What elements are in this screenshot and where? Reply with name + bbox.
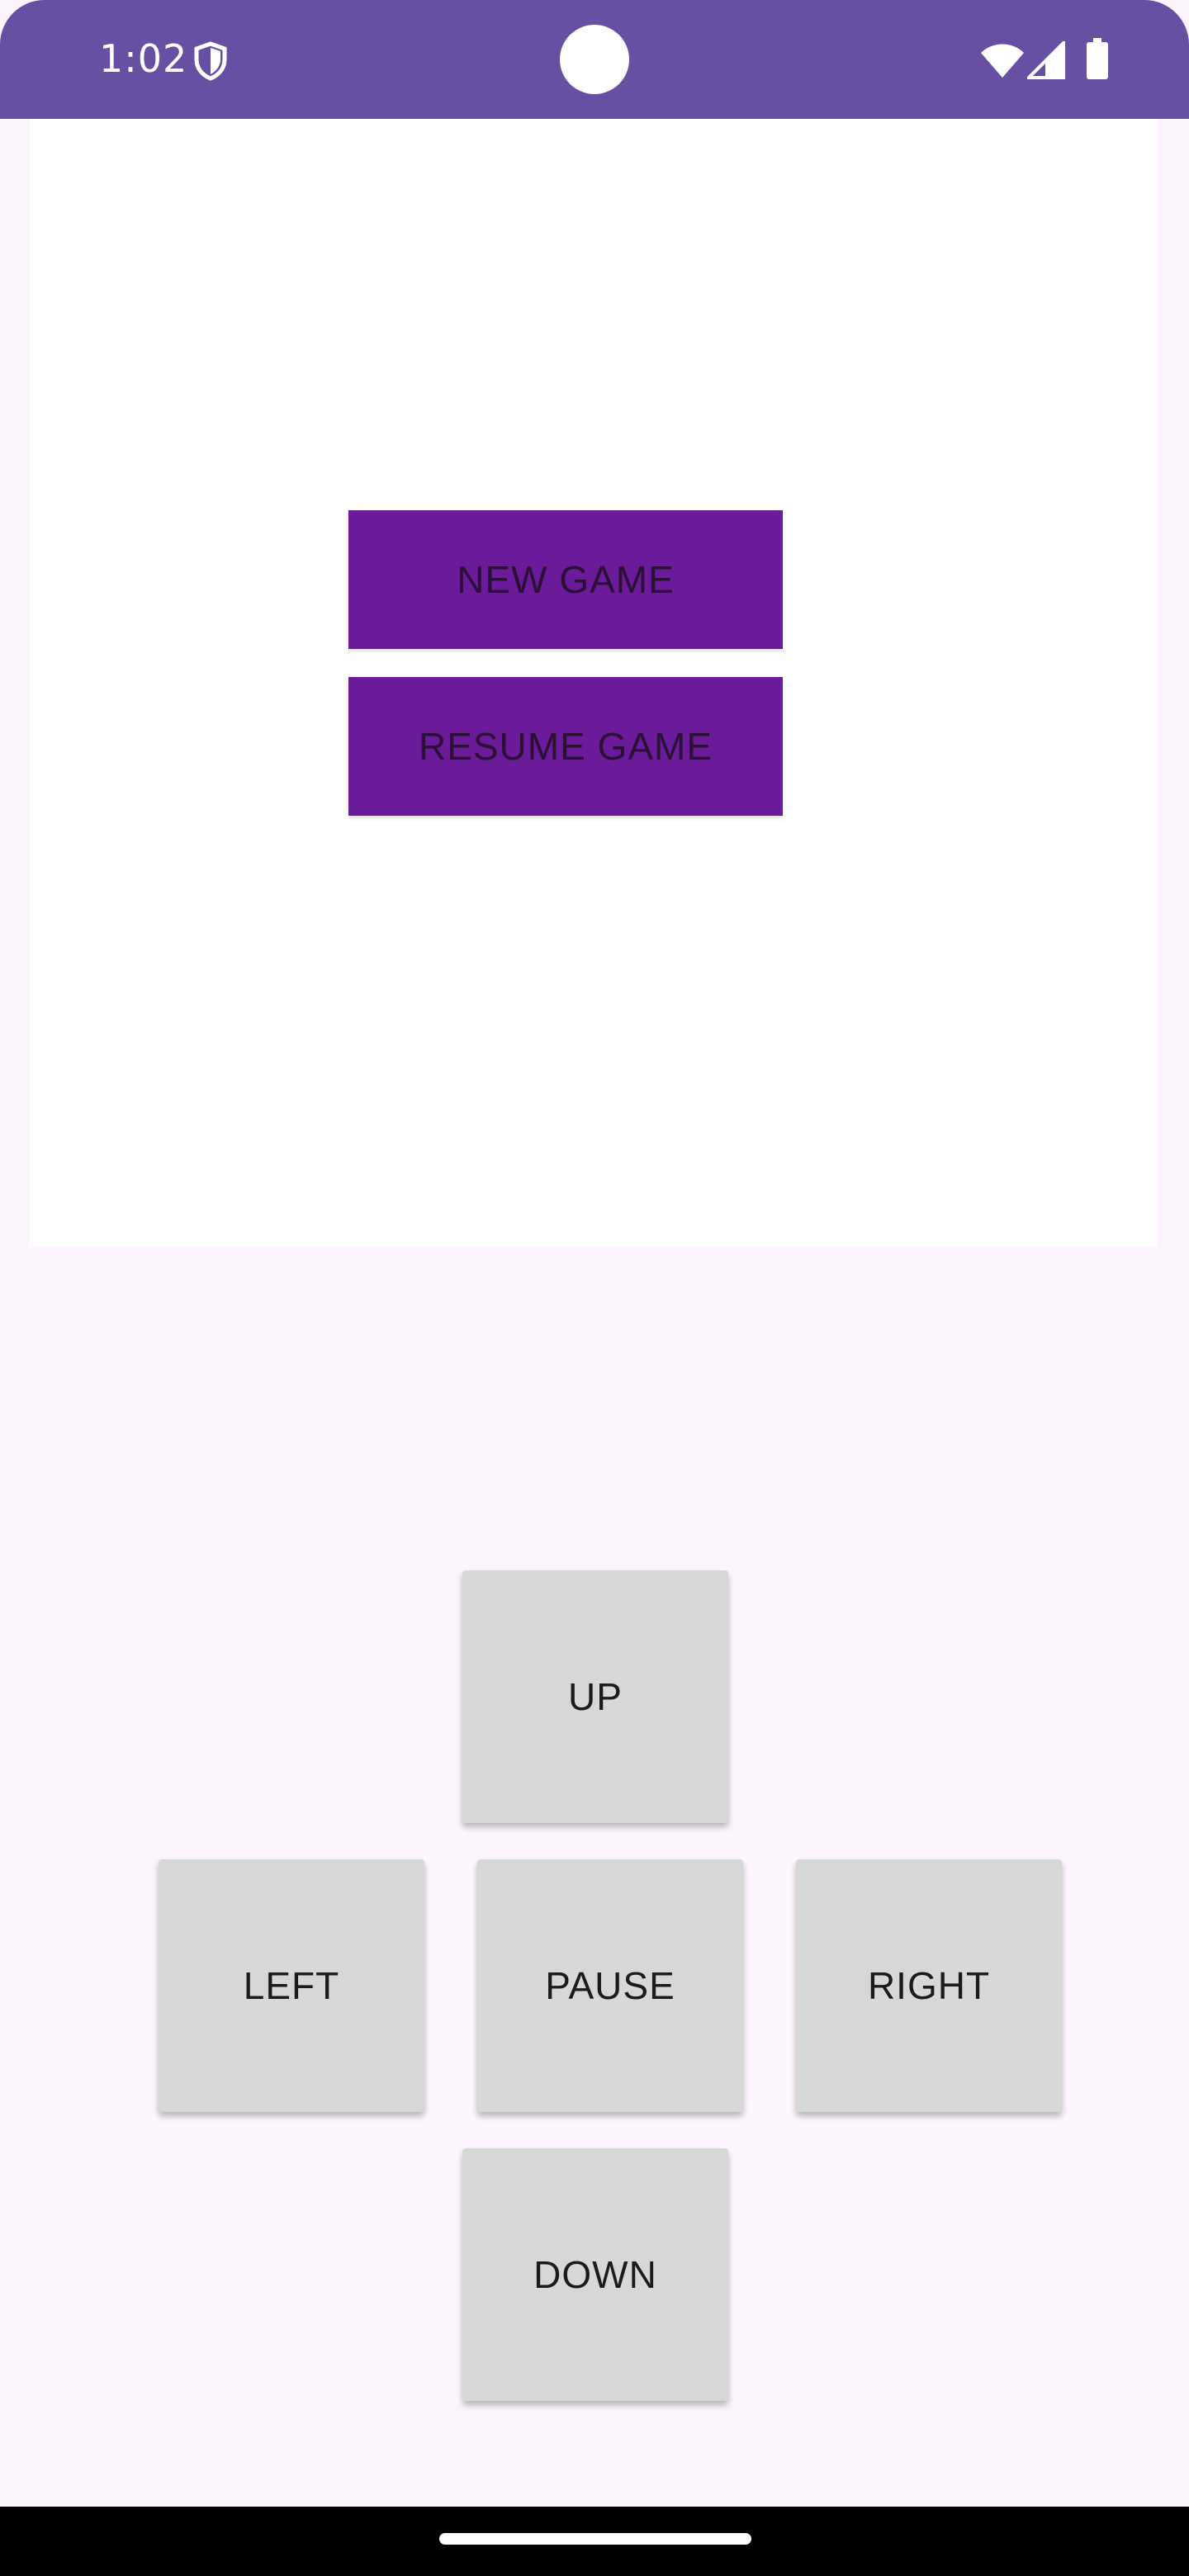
pause-button[interactable]: PAUSE — [477, 1859, 743, 2112]
signal-icon — [1027, 41, 1065, 79]
right-button[interactable]: RIGHT — [796, 1859, 1062, 2112]
status-time: 1:02 — [99, 36, 188, 81]
down-button[interactable]: DOWN — [462, 2148, 728, 2401]
battery-icon — [1087, 38, 1108, 79]
left-button[interactable]: LEFT — [159, 1859, 424, 2112]
up-button[interactable]: UP — [462, 1570, 728, 1823]
wifi-icon — [981, 44, 1024, 78]
status-bar: 1:02 — [0, 0, 1189, 119]
shield-icon — [194, 41, 227, 81]
camera-cutout — [560, 25, 629, 94]
new-game-button[interactable]: NEW GAME — [348, 510, 783, 649]
resume-game-button[interactable]: RESUME GAME — [348, 677, 783, 816]
home-gesture-handle[interactable] — [439, 2533, 751, 2545]
